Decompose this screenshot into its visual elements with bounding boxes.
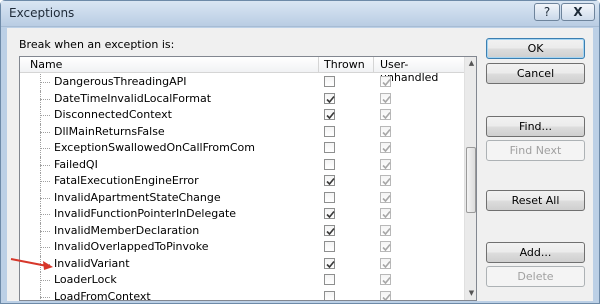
- dialog-body: Break when an exception is: Name Thrown …: [7, 28, 593, 301]
- title-bar[interactable]: Exceptions ? X: [1, 1, 599, 27]
- user-unhandled-checkbox[interactable]: [380, 175, 391, 186]
- close-button[interactable]: X: [561, 3, 595, 21]
- exception-row[interactable]: ExceptionSwallowedOnCallFromCom: [20, 140, 464, 157]
- exception-row[interactable]: LoadFromContext: [20, 288, 464, 301]
- scroll-down-icon[interactable]: ▼: [467, 289, 476, 298]
- exceptions-dialog: Exceptions ? X Break when an exception i…: [0, 0, 600, 304]
- tree-guide-line: [40, 214, 50, 215]
- tree-guide-line: [40, 148, 50, 149]
- exception-row[interactable]: DangerousThreadingAPI: [20, 74, 464, 91]
- tree-guide-line: [40, 230, 50, 232]
- tree-guide-line: [40, 115, 50, 116]
- exception-row[interactable]: InvalidVariant: [20, 255, 464, 272]
- break-caption: Break when an exception is:: [19, 38, 175, 51]
- thrown-checkbox[interactable]: [324, 142, 335, 153]
- exception-row[interactable]: DateTimeInvalidLocalFormat: [20, 90, 464, 107]
- tree-guide-line: [40, 181, 50, 182]
- exception-row[interactable]: LoaderLock: [20, 272, 464, 289]
- thrown-checkbox[interactable]: [324, 125, 335, 137]
- column-header-thrown[interactable]: Thrown: [324, 58, 365, 71]
- tree-guide-line: [40, 131, 50, 133]
- thrown-checkbox[interactable]: [324, 241, 335, 252]
- exception-name: LoaderLock: [54, 273, 117, 286]
- window-title: Exceptions: [9, 6, 75, 20]
- exception-name: InvalidApartmentStateChange: [54, 190, 221, 204]
- exception-row[interactable]: DllMainReturnsFalse: [20, 123, 464, 140]
- find-next-button[interactable]: Find Next: [486, 140, 585, 161]
- add-button[interactable]: Add...: [486, 242, 585, 263]
- red-arrow-annotation: [10, 258, 53, 270]
- exception-name: DangerousThreadingAPI: [54, 75, 187, 88]
- exceptions-tree-grid[interactable]: Name Thrown User-unhandled DangerousThre…: [19, 56, 477, 301]
- user-unhandled-checkbox[interactable]: [380, 191, 391, 203]
- thrown-checkbox[interactable]: [324, 224, 335, 236]
- exception-row[interactable]: InvalidOverlappedToPinvoke: [20, 239, 464, 256]
- thrown-checkbox[interactable]: [324, 274, 335, 285]
- exception-name: DisconnectedContext: [54, 108, 172, 121]
- exception-name: FatalExecutionEngineError: [54, 174, 199, 187]
- vertical-scrollbar[interactable]: ▲ ▼: [464, 57, 476, 300]
- tree-guide-line: [40, 197, 50, 199]
- exception-name: DllMainReturnsFalse: [54, 124, 165, 138]
- thrown-checkbox[interactable]: [324, 257, 335, 269]
- user-unhandled-checkbox[interactable]: [380, 241, 391, 252]
- tree-guide-line: [40, 82, 50, 83]
- exception-row[interactable]: InvalidApartmentStateChange: [20, 189, 464, 206]
- tree-guide-line: [40, 296, 50, 298]
- grid-header: Name Thrown User-unhandled: [20, 57, 464, 84]
- user-unhandled-checkbox[interactable]: [380, 109, 391, 120]
- thrown-checkbox[interactable]: [324, 109, 335, 120]
- reset-all-button[interactable]: Reset All: [486, 190, 585, 211]
- tree-guide-line: [40, 280, 50, 281]
- exception-name: InvalidVariant: [54, 256, 130, 270]
- user-unhandled-checkbox[interactable]: [380, 142, 391, 153]
- thrown-checkbox[interactable]: [324, 208, 335, 219]
- exception-name: InvalidOverlappedToPinvoke: [54, 240, 209, 253]
- thrown-checkbox[interactable]: [324, 290, 335, 300]
- column-divider[interactable]: [318, 57, 319, 73]
- tree-guide-line: [40, 247, 50, 248]
- exception-row[interactable]: DisconnectedContext: [20, 107, 464, 124]
- thrown-checkbox[interactable]: [324, 191, 335, 203]
- exception-name: InvalidMemberDeclaration: [54, 223, 200, 237]
- user-unhandled-checkbox[interactable]: [380, 224, 391, 236]
- user-unhandled-checkbox[interactable]: [380, 290, 391, 300]
- user-unhandled-checkbox[interactable]: [380, 76, 391, 87]
- thrown-checkbox[interactable]: [324, 92, 335, 104]
- scroll-thumb[interactable]: [466, 147, 476, 213]
- help-icon: ?: [543, 5, 551, 19]
- user-unhandled-checkbox[interactable]: [380, 208, 391, 219]
- exception-row[interactable]: InvalidMemberDeclaration: [20, 222, 464, 239]
- scroll-up-icon[interactable]: ▲: [467, 59, 476, 68]
- close-icon: X: [573, 5, 583, 19]
- column-divider[interactable]: [373, 57, 374, 73]
- column-header-name[interactable]: Name: [30, 58, 62, 71]
- thrown-checkbox[interactable]: [324, 76, 335, 87]
- tree-guide-line: [40, 98, 50, 100]
- delete-button[interactable]: Delete: [486, 266, 585, 287]
- user-unhandled-checkbox[interactable]: [380, 92, 391, 104]
- exception-row[interactable]: FatalExecutionEngineError: [20, 173, 464, 190]
- exception-row[interactable]: InvalidFunctionPointerInDelegate: [20, 206, 464, 223]
- cancel-button[interactable]: Cancel: [486, 63, 585, 84]
- exception-rows: DangerousThreadingAPI DateTimeInvalidLoca…: [20, 74, 464, 300]
- user-unhandled-checkbox[interactable]: [380, 257, 391, 269]
- thrown-checkbox[interactable]: [324, 158, 335, 170]
- user-unhandled-checkbox[interactable]: [380, 125, 391, 137]
- exception-name: DateTimeInvalidLocalFormat: [54, 91, 212, 105]
- exception-name: InvalidFunctionPointerInDelegate: [54, 207, 237, 220]
- user-unhandled-checkbox[interactable]: [380, 274, 391, 285]
- find-button[interactable]: Find...: [486, 116, 585, 137]
- help-button[interactable]: ?: [534, 3, 560, 21]
- tree-guide-line: [40, 288, 41, 300]
- exception-name: ExceptionSwallowedOnCallFromCom: [54, 141, 255, 154]
- user-unhandled-checkbox[interactable]: [380, 158, 391, 170]
- tree-guide-line: [40, 164, 50, 166]
- thrown-checkbox[interactable]: [324, 175, 335, 186]
- exception-name: FailedQI: [54, 157, 98, 171]
- exception-name: LoadFromContext: [54, 289, 151, 301]
- exception-row[interactable]: FailedQI: [20, 156, 464, 173]
- ok-button[interactable]: OK: [486, 38, 585, 59]
